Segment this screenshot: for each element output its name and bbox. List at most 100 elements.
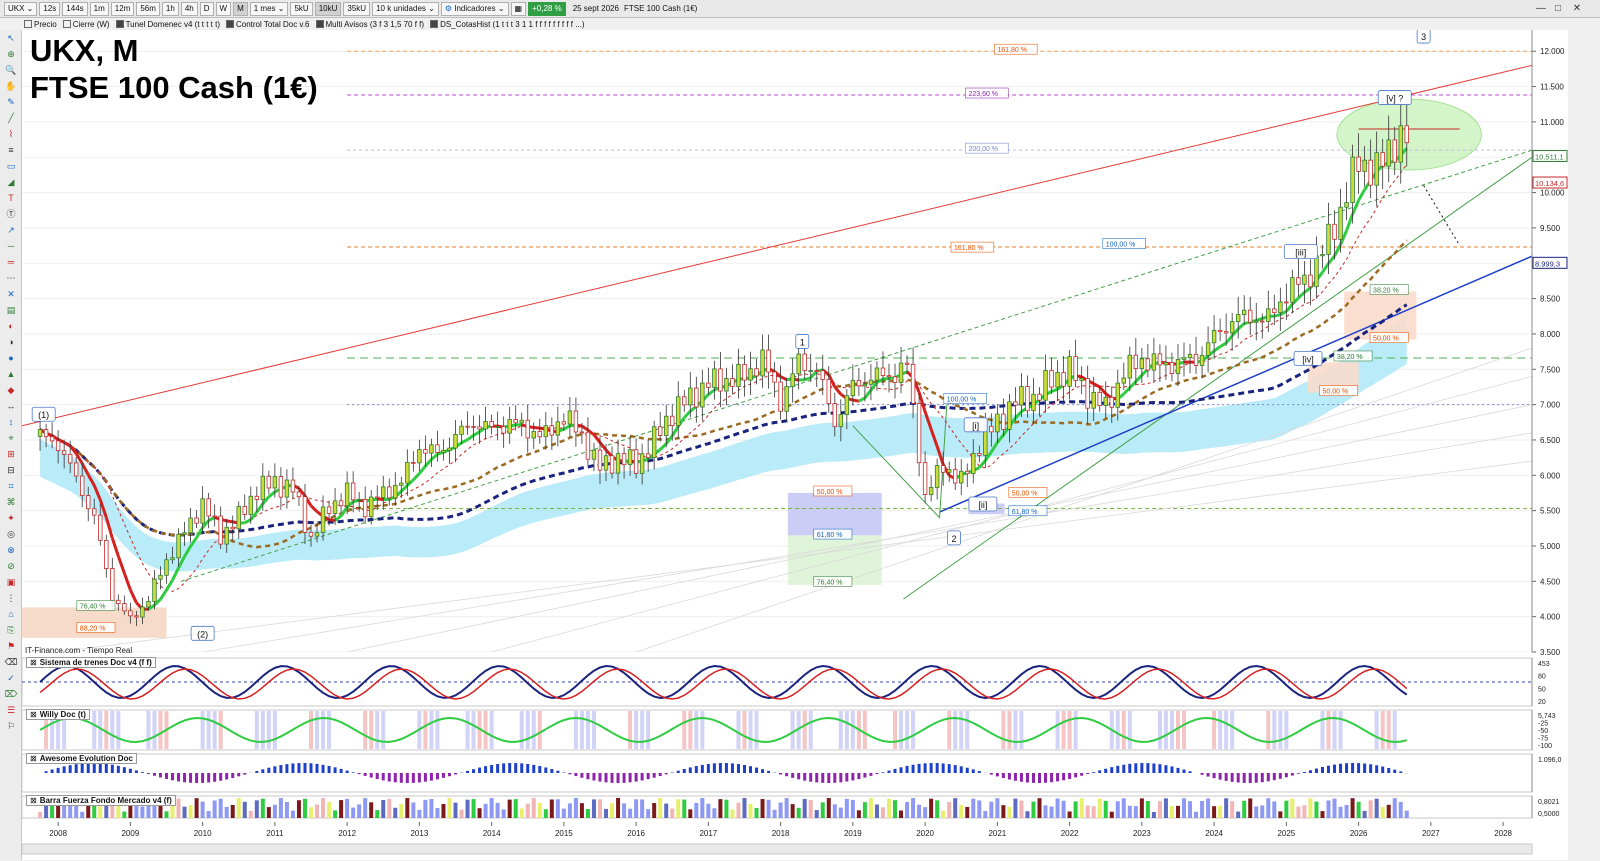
legend-checkbox[interactable] <box>225 20 234 28</box>
timeframe-button-1h[interactable]: 1h <box>161 1 179 16</box>
home-tool-icon[interactable]: ⌂ <box>3 608 19 621</box>
timeframe-button-12m[interactable]: 12m <box>110 1 135 16</box>
maximize-icon[interactable]: □ <box>1551 1 1565 15</box>
awesome-bar <box>1339 763 1343 773</box>
units-selector[interactable]: 10 k unidades ⌄ <box>372 1 439 16</box>
more-tool-icon[interactable]: ⋮ <box>3 592 19 605</box>
pane-title-awesome[interactable]: ⊠ Awesome Evolution Doc <box>26 753 137 764</box>
target-tool-icon[interactable]: ⌖ <box>3 432 19 445</box>
period-selector[interactable]: 1 mes ⌄ <box>249 1 289 16</box>
legend-checkbox[interactable] <box>62 20 71 28</box>
diamond-tool-icon[interactable]: ◆ <box>3 384 19 397</box>
collapse-tool-icon[interactable]: ⊟ <box>3 464 19 477</box>
legend-item[interactable]: Tunel Domenec v4 (t t t t t) <box>115 20 220 29</box>
close-icon[interactable]: ✕ <box>1570 1 1584 15</box>
timeframe-button-4h[interactable]: 4h <box>180 1 198 16</box>
candle <box>1278 301 1283 314</box>
legend-item[interactable]: Cierre (W) <box>62 20 110 29</box>
label-tool-icon[interactable]: Ⓣ <box>3 208 19 221</box>
pencil-tool-icon[interactable]: ✎ <box>3 96 19 109</box>
legend-checkbox[interactable] <box>115 20 124 28</box>
dot-tool-icon[interactable]: ● <box>3 352 19 365</box>
timeframe-button-d[interactable]: D <box>199 1 214 16</box>
candle <box>308 532 314 537</box>
line-tool-icon[interactable]: ╱ <box>3 112 19 125</box>
legend-checkbox[interactable] <box>24 20 32 28</box>
timeframe-button-144s[interactable]: 144s <box>62 1 88 16</box>
timeframe-button-1m[interactable]: 1m <box>89 1 109 16</box>
x-tick-label: 2017 <box>699 829 717 838</box>
text-tool-icon[interactable]: T <box>3 192 19 205</box>
barra-bar <box>140 806 145 818</box>
half-circle-b-tool-icon[interactable]: ◑ <box>3 336 19 349</box>
rectangle-tool-icon[interactable]: ▭ <box>3 160 19 173</box>
barra-bar <box>971 798 976 818</box>
star-tool-icon[interactable]: ✦ <box>3 512 19 525</box>
triangle-tool-icon[interactable]: ◢ <box>3 176 19 189</box>
symbol-selector[interactable]: UKX ⌄ <box>4 1 38 16</box>
dotted-tool-icon[interactable]: ⋯ <box>3 272 19 285</box>
pane-title-trains[interactable]: ⊠ Sistema de trenes Doc v4 (f f) <box>26 657 156 668</box>
barra-bar <box>1236 811 1241 818</box>
units-10k-button[interactable]: 10kU <box>314 1 342 16</box>
grid-tool-icon[interactable]: ▤ <box>3 304 19 317</box>
pane-title-willy[interactable]: ⊠ Willy Doc (t) <box>26 709 90 720</box>
candle <box>122 603 127 612</box>
candle <box>86 495 91 510</box>
up-marker-tool-icon[interactable]: ▲ <box>3 368 19 381</box>
box-tool-icon[interactable]: ▣ <box>3 576 19 589</box>
flag-b-tool-icon[interactable]: ⚐ <box>3 720 19 733</box>
v-measure-tool-icon[interactable]: ↕ <box>3 416 19 429</box>
timeframe-button-m[interactable]: M <box>233 1 248 16</box>
double-line-tool-icon[interactable]: ═ <box>3 256 19 269</box>
delete-tool-icon[interactable]: ✕ <box>3 288 19 301</box>
pan-tool-icon[interactable]: ✋ <box>3 80 19 93</box>
zoom-tool-icon[interactable]: 🔍 <box>3 64 19 77</box>
hline-tool-icon[interactable]: ─ <box>3 240 19 253</box>
pane-title-barra[interactable]: ⊠ Barra Fuerza Fondo Mercado v4 (f) <box>26 795 176 806</box>
menu-tool-icon[interactable]: ☰ <box>3 704 19 717</box>
cross-circle-tool-icon[interactable]: ⊗ <box>3 544 19 557</box>
remove-tool-icon[interactable]: ⌦ <box>3 688 19 701</box>
close-pane-icon[interactable]: ⊠ <box>30 710 37 719</box>
legend-item[interactable]: Control Total Doc v.6 <box>225 20 310 29</box>
timeframe-button-w[interactable]: W <box>215 1 232 16</box>
units-5k-button[interactable]: 5kU <box>290 1 313 16</box>
price-chart[interactable]: 161,80 %223,60 %200,00 %161,80 %100,00 %… <box>22 30 1568 860</box>
legend-item[interactable]: Precio <box>24 20 57 29</box>
pointer-tool-icon[interactable]: ↖ <box>3 32 19 45</box>
indicators-button[interactable]: ⚙ Indicadores ⌄ <box>440 1 509 16</box>
check-tool-icon[interactable]: ✓ <box>3 672 19 685</box>
grid-icon[interactable]: ▦ <box>510 1 527 16</box>
close-pane-icon[interactable]: ⊠ <box>30 796 37 805</box>
command-tool-icon[interactable]: ⌘ <box>3 496 19 509</box>
timeframe-button-56m[interactable]: 56m <box>136 1 160 16</box>
legend-checkbox[interactable] <box>430 20 439 28</box>
legend-checkbox[interactable] <box>315 20 324 28</box>
hash-tool-icon[interactable]: ⌗ <box>3 480 19 493</box>
flag-tool-icon[interactable]: ⚑ <box>3 640 19 653</box>
arrow-tool-icon[interactable]: ↗ <box>3 224 19 237</box>
x-tick-label: 2014 <box>483 829 501 838</box>
half-circle-tool-icon[interactable]: ◐ <box>3 320 19 333</box>
crosshair-tool-icon[interactable]: ⊕ <box>3 48 19 61</box>
legend-item[interactable]: Multi Avisos (3 f 3 1,5 70 f f) <box>315 20 424 29</box>
fibonacci-tool-icon[interactable]: ≡ <box>3 144 19 157</box>
close-pane-icon[interactable]: ⊠ <box>30 754 37 763</box>
close-pane-icon[interactable]: ⊠ <box>30 658 37 667</box>
ring-tool-icon[interactable]: ◎ <box>3 528 19 541</box>
units-35k-button[interactable]: 35kU <box>343 1 371 16</box>
legend-item[interactable]: DS_CotasHist (1 t t t 3 1 1 f f f f f f … <box>430 20 585 29</box>
awesome-bar <box>911 764 915 773</box>
channel-tool-icon[interactable]: ⌇ <box>3 128 19 141</box>
horizontal-scrollbar <box>22 843 1533 855</box>
erase-tool-icon[interactable]: ⌫ <box>3 656 19 669</box>
minimize-icon[interactable]: — <box>1534 1 1548 15</box>
expand-tool-icon[interactable]: ⊞ <box>3 448 19 461</box>
barra-bar <box>796 807 801 818</box>
h-measure-tool-icon[interactable]: ↔ <box>3 400 19 413</box>
timeframe-button-12s[interactable]: 12s <box>39 1 61 16</box>
copy-tool-icon[interactable]: ⎘ <box>3 624 19 637</box>
awesome-bar <box>935 763 939 773</box>
slash-circle-tool-icon[interactable]: ⊘ <box>3 560 19 573</box>
